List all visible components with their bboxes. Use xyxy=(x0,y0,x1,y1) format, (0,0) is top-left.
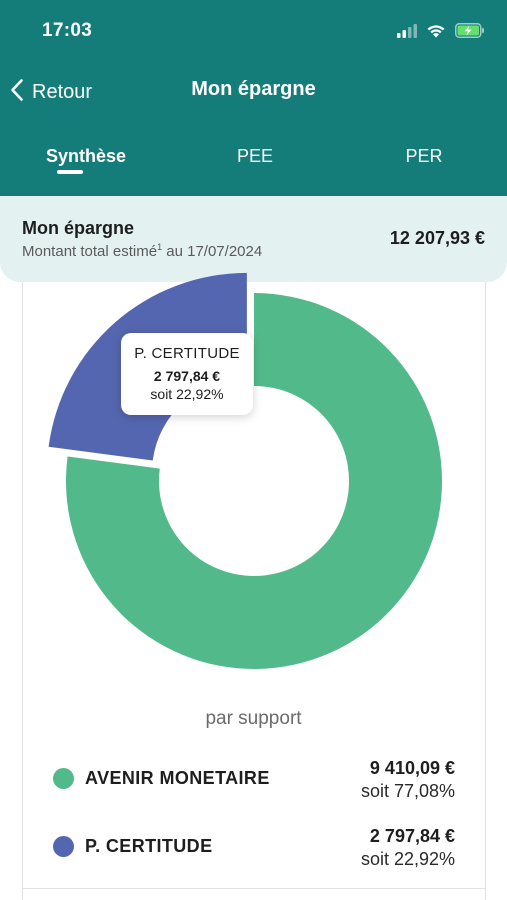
divider xyxy=(22,888,486,889)
donut-chart[interactable] xyxy=(0,0,507,700)
legend-amount: 9 410,09 € xyxy=(369,758,455,778)
tooltip-amount: 2 797,84 € xyxy=(153,368,221,384)
legend-percent: soit 77,08% xyxy=(360,781,455,801)
legend-color-dot xyxy=(53,768,74,789)
chart-tooltip: P. CERTITUDE 2 797,84 € soit 22,92% xyxy=(121,333,253,415)
legend-amount: 2 797,84 € xyxy=(369,826,455,846)
legend-support-name: AVENIR MONETAIRE xyxy=(85,768,270,788)
legend-color-dot xyxy=(53,836,74,857)
legend-support-name: P. CERTITUDE xyxy=(85,836,213,856)
legend-percent: soit 22,92% xyxy=(360,849,455,869)
chart-caption: par support xyxy=(205,708,302,729)
legend-item-avenir-monetaire[interactable]: AVENIR MONETAIRE 9 410,09 € soit 77,08% xyxy=(0,758,507,820)
legend-item-p-certitude[interactable]: P. CERTITUDE 2 797,84 € soit 22,92% xyxy=(0,826,507,888)
tooltip-percent: soit 22,92% xyxy=(150,386,224,402)
tooltip-support-name: P. CERTITUDE xyxy=(134,345,240,362)
